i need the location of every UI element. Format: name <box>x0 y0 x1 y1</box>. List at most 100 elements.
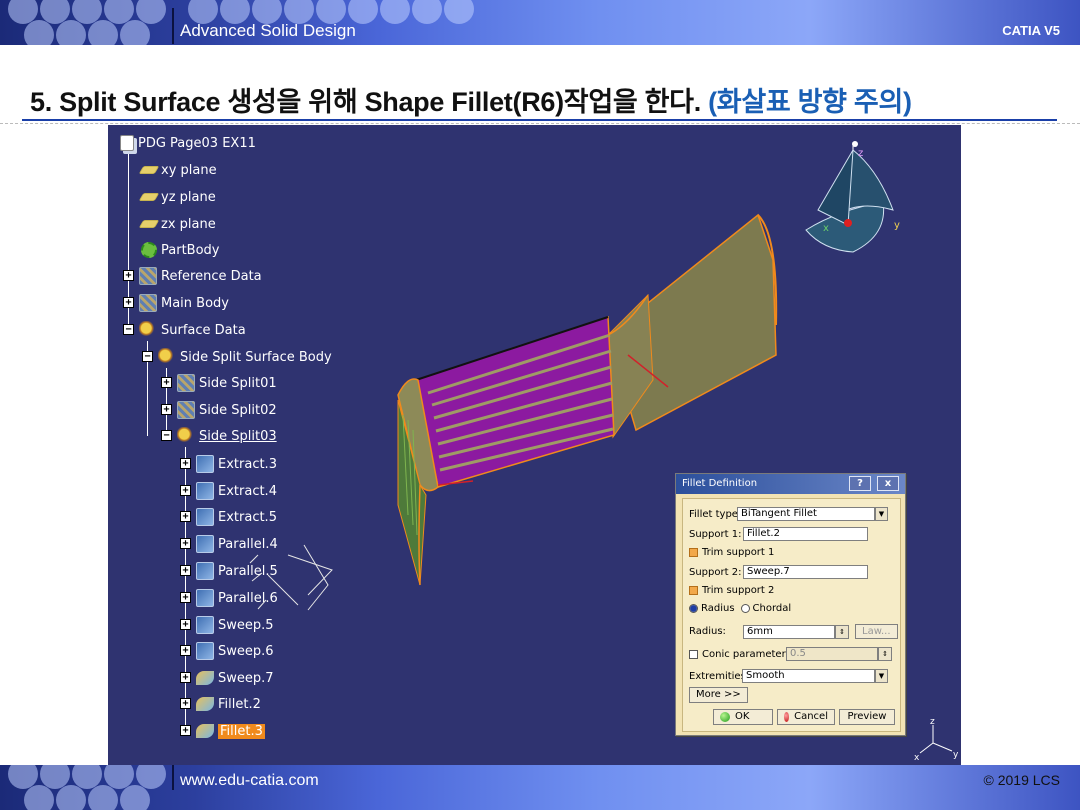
more-button[interactable]: More >> <box>689 687 748 703</box>
tree-item-side-split02[interactable]: Side Split02 <box>177 400 277 420</box>
tree-item-zx-plane[interactable]: zx plane <box>138 214 216 234</box>
support1-label: Support 1: <box>689 528 742 540</box>
expand-plus-icon[interactable]: + <box>180 725 191 736</box>
expand-plus-icon[interactable]: + <box>161 404 172 415</box>
compass-z-label: z <box>858 148 863 159</box>
body-icon <box>139 267 157 285</box>
tree-item-side-split-surface-body[interactable]: Side Split Surface Body <box>158 347 332 367</box>
conic-parameter-field[interactable]: 0.5 <box>786 647 878 661</box>
radius-spinner[interactable]: ⇕ <box>835 624 849 639</box>
tree-item-yz-plane[interactable]: yz plane <box>138 187 216 207</box>
parallel-curve-icon <box>196 589 214 607</box>
footer-divider <box>172 765 174 790</box>
chevron-down-icon[interactable]: ▼ <box>875 669 888 683</box>
body-icon <box>139 294 157 312</box>
tree-item-fillet-3[interactable]: Fillet.3 <box>196 721 265 741</box>
chordal-radio[interactable] <box>740 604 750 613</box>
expand-plus-icon[interactable]: + <box>180 672 191 683</box>
ok-icon <box>720 712 730 722</box>
expand-plus-icon[interactable]: + <box>180 698 191 709</box>
compass-y-label: y <box>894 220 900 231</box>
expand-plus-icon[interactable]: + <box>161 377 172 388</box>
tree-item-parallel-5[interactable]: Parallel.5 <box>196 561 278 581</box>
tree-item-sweep-6[interactable]: Sweep.6 <box>196 641 274 661</box>
parallel-curve-icon <box>196 562 214 580</box>
expand-plus-icon[interactable]: + <box>123 297 134 308</box>
dialog-titlebar[interactable]: Fillet Definition ? x <box>676 474 905 494</box>
support2-field[interactable]: Sweep.7 <box>743 565 868 579</box>
axis-triad: z x y <box>914 717 959 763</box>
compass-widget[interactable]: z x y <box>798 140 908 260</box>
triad-y-label: y <box>953 750 959 760</box>
expand-plus-icon[interactable]: + <box>180 619 191 630</box>
expand-plus-icon[interactable]: + <box>180 458 191 469</box>
surface-body-icon <box>177 427 195 445</box>
extract-icon <box>196 508 214 526</box>
conic-parameter-checkbox[interactable] <box>689 649 698 659</box>
footer-site[interactable]: www.edu-catia.com <box>180 772 319 790</box>
tree-item-extract-4[interactable]: Extract.4 <box>196 481 277 501</box>
ok-button[interactable]: OK <box>713 709 773 725</box>
parallel-curve-icon <box>196 535 214 553</box>
plane-icon <box>138 193 160 201</box>
collapse-minus-icon[interactable]: − <box>142 351 153 362</box>
plane-icon <box>138 220 160 228</box>
tree-item-parallel-6[interactable]: Parallel.6 <box>196 588 278 608</box>
support1-field[interactable]: Fillet.2 <box>743 527 868 541</box>
tree-item-side-split03[interactable]: Side Split03 <box>177 426 277 446</box>
dialog-title: Fillet Definition <box>682 478 758 489</box>
sweep-icon <box>196 616 214 634</box>
tree-item-surface-data[interactable]: Surface Data <box>139 320 246 340</box>
tree-item-sweep-5[interactable]: Sweep.5 <box>196 615 274 635</box>
tree-item-extract-5[interactable]: Extract.5 <box>196 507 277 527</box>
cancel-button[interactable]: Cancel <box>777 709 835 725</box>
fillet-type-label: Fillet type: <box>689 508 742 520</box>
close-button[interactable]: x <box>877 476 899 491</box>
body-icon <box>177 401 195 419</box>
radius-row: Radius: 6mm ⇕ Law... <box>689 624 898 639</box>
fillet-type-row: Fillet type: BiTangent Fillet ▼ <box>689 507 888 521</box>
guide-line <box>0 123 1080 124</box>
tree-item-reference-data[interactable]: Reference Data <box>139 266 262 286</box>
collapse-minus-icon[interactable]: − <box>123 324 134 335</box>
extract-icon <box>196 455 214 473</box>
header-divider <box>172 8 174 44</box>
fillet-type-select[interactable]: BiTangent Fillet <box>737 507 875 521</box>
conic-spinner[interactable]: ⇕ <box>878 647 892 661</box>
help-button[interactable]: ? <box>849 476 871 491</box>
conic-row: Conic parameter: 0.5 ⇕ <box>689 647 892 661</box>
trim-support2-checkbox[interactable] <box>689 586 698 595</box>
extremities-select[interactable]: Smooth <box>742 669 875 683</box>
expand-plus-icon[interactable]: + <box>180 538 191 549</box>
triad-x-label: x <box>914 753 920 763</box>
fillet-definition-dialog[interactable]: Fillet Definition ? x Fillet type: BiTan… <box>675 473 906 736</box>
page-title: 5. Split Surface 생성을 위해 Shape Fillet(R6)… <box>30 80 912 119</box>
expand-plus-icon[interactable]: + <box>123 270 134 281</box>
trim-support1-checkbox[interactable] <box>689 548 698 557</box>
expand-plus-icon[interactable]: + <box>180 511 191 522</box>
tree-item-partbody[interactable]: PartBody <box>141 240 219 260</box>
radius-radio[interactable] <box>689 604 698 613</box>
tree-root[interactable]: PDG Page03 EX11 <box>120 133 256 153</box>
radius-field[interactable]: 6mm <box>743 624 835 639</box>
tree-item-xy-plane[interactable]: xy plane <box>138 160 217 180</box>
tree-item-extract-3[interactable]: Extract.3 <box>196 454 277 474</box>
tree-item-main-body[interactable]: Main Body <box>139 293 229 313</box>
expand-plus-icon[interactable]: + <box>180 645 191 656</box>
tree-item-sweep-7[interactable]: Sweep.7 <box>196 668 274 688</box>
expand-plus-icon[interactable]: + <box>180 592 191 603</box>
extremities-row: Extremities: Smooth ▼ <box>689 669 888 683</box>
preview-button[interactable]: Preview <box>839 709 895 725</box>
expand-plus-icon[interactable]: + <box>180 565 191 576</box>
chevron-down-icon[interactable]: ▼ <box>875 507 888 521</box>
tree-item-side-split01[interactable]: Side Split01 <box>177 373 277 393</box>
expand-plus-icon[interactable]: + <box>180 485 191 496</box>
law-button[interactable]: Law... <box>855 624 898 639</box>
tree-item-fillet-2[interactable]: Fillet.2 <box>196 694 261 714</box>
collapse-minus-icon[interactable]: − <box>161 430 172 441</box>
conic-parameter-label: Conic parameter: <box>702 648 789 660</box>
triad-z-label: z <box>930 717 935 727</box>
tree-item-parallel-4[interactable]: Parallel.4 <box>196 534 278 554</box>
support2-label: Support 2: <box>689 566 742 578</box>
radius-label: Radius: <box>689 626 726 637</box>
